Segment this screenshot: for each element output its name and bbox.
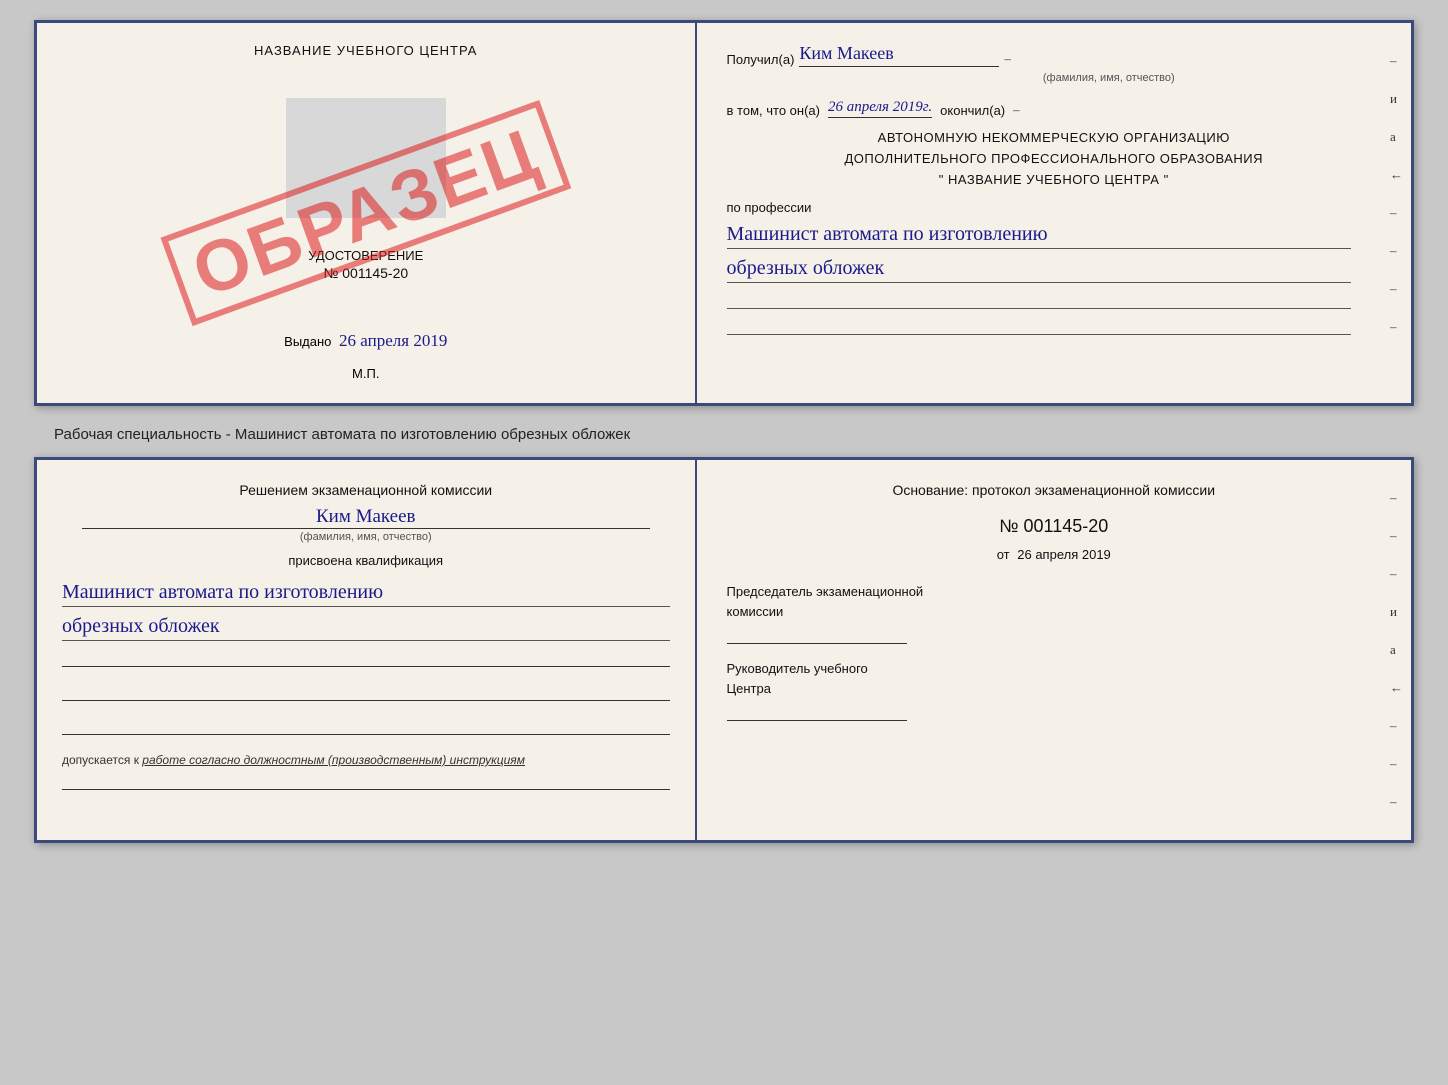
b-side-dash-6: – — [1390, 794, 1403, 810]
org-line1: АВТОНОМНУЮ НЕКОММЕРЧЕСКУЮ ОРГАНИЗАЦИЮ — [727, 128, 1381, 149]
recipient-label: Получил(а) — [727, 52, 795, 67]
org-name: " НАЗВАНИЕ УЧЕБНОГО ЦЕНТРА " — [727, 170, 1381, 191]
bottom-right-panel: Основание: протокол экзаменационной коми… — [697, 460, 1411, 840]
allowed-prefix: допускается к — [62, 753, 139, 767]
top-right-panel: Получил(а) Ким Макеев – (фамилия, имя, о… — [697, 23, 1411, 403]
b-side-i: и — [1390, 604, 1403, 620]
completed-date: 26 апреля 2019г. — [828, 99, 932, 118]
blank-line-3 — [62, 717, 670, 735]
chairman-sig-line — [727, 626, 907, 644]
commission-text: Решением экзаменационной комиссии — [62, 480, 670, 501]
name-sublabel-top: (фамилия, имя, отчество) — [837, 72, 1381, 84]
side-dash-2: – — [1390, 205, 1403, 221]
allowed-text: допускается к работе согласно должностны… — [62, 753, 670, 767]
bottom-document: Решением экзаменационной комиссии Ким Ма… — [34, 457, 1414, 843]
dash2: – — [1013, 102, 1020, 118]
bottom-name: Ким Макеев — [82, 506, 650, 529]
qualification-label: присвоена квалификация — [62, 553, 670, 568]
org-block: АВТОНОМНУЮ НЕКОММЕРЧЕСКУЮ ОРГАНИЗАЦИЮ ДО… — [727, 128, 1381, 190]
allowed-italic: работе согласно должностным (производств… — [142, 753, 525, 767]
profession-line2: обрезных обложек — [727, 254, 1351, 283]
protocol-date: 26 апреля 2019 — [1017, 547, 1111, 562]
chairman-label1: Председатель экзаменационной — [727, 582, 1381, 602]
certificate-image — [286, 98, 446, 218]
chairman-block: Председатель экзаменационной комиссии — [727, 582, 1381, 644]
b-side-dash-2: – — [1390, 528, 1403, 544]
side-dash-5: – — [1390, 319, 1403, 335]
date-prefix: от — [997, 547, 1010, 562]
director-label2: Центра — [727, 679, 1381, 699]
director-block: Руководитель учебного Центра — [727, 659, 1381, 721]
issued-date-value: 26 апреля 2019 — [339, 331, 447, 350]
blank-line-1 — [62, 649, 670, 667]
issued-label: Выдано — [284, 334, 331, 349]
b-side-dash-4: – — [1390, 718, 1403, 734]
school-name-top: НАЗВАНИЕ УЧЕБНОГО ЦЕНТРА — [254, 43, 477, 58]
dash1: – — [1004, 51, 1011, 67]
b-side-dash-3: – — [1390, 566, 1403, 582]
side-dash-3: – — [1390, 243, 1403, 259]
b-side-dash-5: – — [1390, 756, 1403, 772]
bottom-name-sublabel: (фамилия, имя, отчество) — [300, 531, 432, 543]
side-arrow: ← — [1390, 167, 1403, 183]
right-side-lines: – и а ← – – – – — [1390, 53, 1403, 335]
b-side-arrow: ← — [1390, 680, 1403, 696]
qual-line2: обрезных обложек — [62, 612, 670, 641]
blank-line-2 — [62, 683, 670, 701]
bottom-left-panel: Решением экзаменационной комиссии Ким Ма… — [37, 460, 697, 840]
profession-label: по профессии — [727, 200, 1351, 215]
side-a: а — [1390, 129, 1403, 145]
b-side-dash-1: – — [1390, 490, 1403, 506]
top-document: НАЗВАНИЕ УЧЕБНОГО ЦЕНТРА УДОСТОВЕРЕНИЕ №… — [34, 20, 1414, 406]
specialty-section: Рабочая специальность - Машинист автомат… — [34, 420, 1414, 453]
issued-date: Выдано 26 апреля 2019 — [284, 331, 447, 351]
cert-number: № 001145-20 — [308, 265, 423, 281]
date-from: от 26 апреля 2019 — [727, 547, 1381, 562]
mp-label: М.П. — [352, 366, 379, 381]
org-line2: ДОПОЛНИТЕЛЬНОГО ПРОФЕССИОНАЛЬНОГО ОБРАЗО… — [727, 149, 1381, 170]
side-i: и — [1390, 91, 1403, 107]
side-dash-4: – — [1390, 281, 1403, 297]
b-side-a: а — [1390, 642, 1403, 658]
completed-suffix: окончил(а) — [940, 103, 1005, 118]
completed-prefix: в том, что он(а) — [727, 103, 820, 118]
bottom-right-side-lines: – – – и а ← – – – — [1390, 490, 1403, 810]
director-label1: Руководитель учебного — [727, 659, 1381, 679]
recipient-line: Получил(а) Ким Макеев – — [727, 43, 1381, 67]
qual-line1: Машинист автомата по изготовлению — [62, 578, 670, 607]
udostoverenie-label: УДОСТОВЕРЕНИЕ — [308, 248, 423, 263]
chairman-label2: комиссии — [727, 602, 1381, 622]
blank-line-4 — [62, 772, 670, 790]
osnov-label: Основание: протокол экзаменационной коми… — [727, 480, 1381, 501]
completed-line: в том, что он(а) 26 апреля 2019г. окончи… — [727, 99, 1381, 118]
protocol-number: № 001145-20 — [727, 516, 1381, 537]
profession-block: по профессии Машинист автомата по изгото… — [727, 200, 1381, 335]
profession-line1: Машинист автомата по изготовлению — [727, 220, 1351, 249]
recipient-name: Ким Макеев — [799, 43, 999, 67]
director-sig-line — [727, 703, 907, 721]
specialty-text: Рабочая специальность - Машинист автомат… — [54, 426, 1414, 443]
top-left-panel: НАЗВАНИЕ УЧЕБНОГО ЦЕНТРА УДОСТОВЕРЕНИЕ №… — [37, 23, 697, 403]
side-dash-1: – — [1390, 53, 1403, 69]
